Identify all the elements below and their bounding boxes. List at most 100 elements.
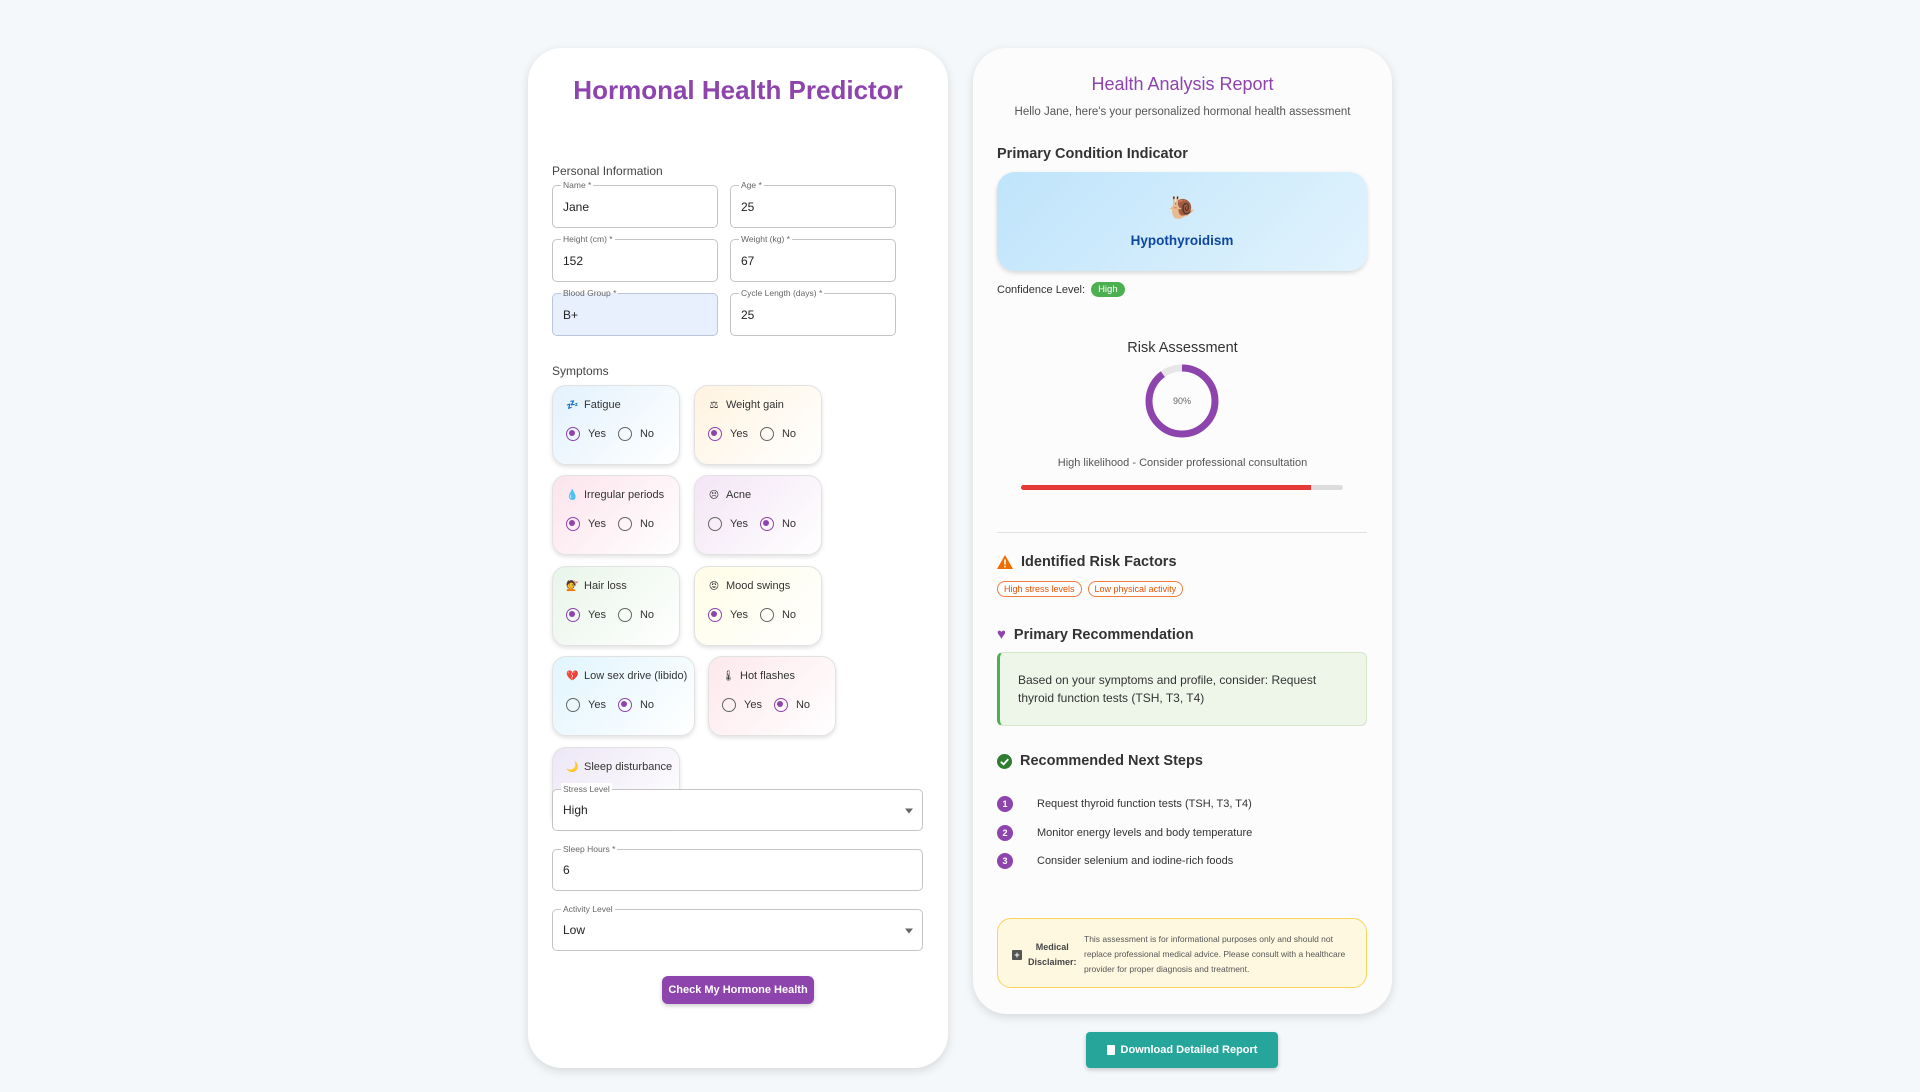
- risk-gauge: 90%: [1145, 364, 1219, 438]
- height-field-value: 152: [563, 253, 584, 268]
- risk-note: High likelihood - Consider professional …: [1057, 457, 1308, 469]
- confidence-row: Confidence Level: High: [997, 282, 1125, 297]
- step-number: 3: [997, 853, 1013, 870]
- activity-level-select[interactable]: Activity Level Low: [552, 903, 923, 951]
- symptom-label: Mood swings: [726, 580, 791, 592]
- moon-icon: 🌙: [566, 761, 579, 773]
- no-radio[interactable]: [617, 427, 632, 441]
- check-hormone-health-button[interactable]: Check My Hormone Health: [662, 976, 814, 1004]
- yes-label: Yes: [588, 428, 606, 440]
- no-radio[interactable]: [617, 517, 632, 531]
- scale-icon: ⚖: [709, 399, 719, 411]
- symptom-label: Hot flashes: [740, 670, 796, 682]
- risk-percent-text: 90%: [1173, 396, 1191, 406]
- cycle-length-field[interactable]: Cycle Length (days) * 25: [730, 287, 896, 336]
- warning-icon: [997, 555, 1013, 569]
- stress-level-select[interactable]: Stress Level High: [552, 783, 923, 831]
- stress-level-value: High: [563, 803, 588, 817]
- recommendation-heading: ♥ Primary Recommendation: [997, 626, 1194, 643]
- symptom-label: Irregular periods: [584, 489, 665, 501]
- cycle-length-field-value: 25: [741, 307, 755, 322]
- no-radio[interactable]: [759, 427, 774, 441]
- confidence-badge: High: [1091, 282, 1125, 297]
- chevron-down-icon: [905, 808, 913, 814]
- no-radio[interactable]: [773, 698, 788, 712]
- no-label: No: [639, 699, 655, 711]
- no-radio[interactable]: [617, 698, 632, 712]
- no-radio[interactable]: [759, 608, 774, 622]
- disclaimer-label-line: Medical: [1035, 942, 1069, 952]
- yes-label: Yes: [730, 518, 748, 530]
- blood-group-field-value: B+: [563, 307, 579, 322]
- sleep-hours-value: 6: [563, 863, 570, 877]
- risk-progress-fill: [1021, 485, 1311, 490]
- chevron-down-icon: [905, 928, 913, 934]
- document-icon: [1106, 1045, 1115, 1055]
- symptom-card-hot-flashes: 🌡 Hot flashes Yes No: [708, 656, 836, 736]
- next-step-item: 3 Consider selenium and iodine-rich foods: [997, 847, 1252, 876]
- report-title: Health Analysis Report: [1091, 74, 1274, 94]
- prediction-form-card: Hormonal Health Predictor Personal Infor…: [528, 48, 948, 1068]
- next-step-item: 2 Monitor energy levels and body temperat…: [997, 819, 1252, 848]
- risk-factor-chip: High stress levels: [997, 581, 1082, 597]
- condition-name: Hypothyroidism: [1130, 233, 1234, 248]
- symptom-card-mood-swings: 😡 Mood swings Yes No: [694, 566, 822, 646]
- form-title: Hormonal Health Predictor: [573, 75, 903, 105]
- height-field-label: Height (cm) *: [561, 233, 615, 245]
- blood-group-field[interactable]: Blood Group * B+: [552, 287, 718, 336]
- no-label: No: [781, 518, 797, 530]
- yes-radio[interactable]: [722, 698, 736, 712]
- section-divider: [997, 532, 1367, 533]
- risk-factors-title: Identified Risk Factors: [1021, 554, 1177, 570]
- yes-radio[interactable]: [566, 427, 580, 441]
- age-field[interactable]: Age * 25: [730, 179, 896, 228]
- symptom-card-low-sex-drive: 💔 Low sex drive (libido) Yes No: [552, 656, 695, 736]
- yes-radio[interactable]: [566, 608, 580, 622]
- personal-info-heading: Personal Information: [552, 164, 663, 178]
- name-field[interactable]: Name * Jane: [552, 179, 718, 228]
- sleep-icon: 💤: [566, 399, 579, 411]
- yes-label: Yes: [588, 609, 606, 621]
- cycle-length-field-label: Cycle Length (days) *: [739, 287, 825, 299]
- download-report-button[interactable]: Download Detailed Report: [1086, 1032, 1278, 1068]
- height-field[interactable]: Height (cm) * 152: [552, 233, 718, 282]
- drop-icon: 💧: [566, 489, 579, 501]
- medical-cross-icon: +: [1012, 950, 1022, 960]
- yes-radio[interactable]: [708, 608, 722, 622]
- yes-radio[interactable]: [708, 427, 722, 441]
- name-field-value: Jane: [563, 199, 590, 214]
- age-field-value: 25: [741, 199, 755, 214]
- blood-group-field-label: Blood Group *: [561, 287, 619, 299]
- yes-label: Yes: [588, 518, 606, 530]
- next-step-item: 1 Request thyroid function tests (TSH, T3…: [997, 790, 1252, 819]
- risk-assessment-heading: Risk Assessment: [1127, 340, 1238, 356]
- risk-factors-heading: Identified Risk Factors: [997, 554, 1177, 570]
- step-text: Request thyroid function tests (TSH, T3,…: [1037, 798, 1252, 811]
- symptom-options: Yes No: [708, 427, 808, 441]
- broken-heart-icon: 💔: [566, 670, 579, 682]
- symptoms-heading: Symptoms: [552, 364, 609, 378]
- heart-icon: ♥: [997, 626, 1006, 643]
- symptom-options: Yes No: [566, 427, 666, 441]
- yes-label: Yes: [730, 609, 748, 621]
- yes-radio[interactable]: [708, 517, 722, 531]
- yes-radio[interactable]: [566, 517, 580, 531]
- no-label: No: [639, 609, 655, 621]
- sleep-hours-field[interactable]: Sleep Hours * 6: [552, 843, 923, 891]
- symptom-label: Sleep disturbance: [584, 761, 673, 773]
- primary-condition-heading: Primary Condition Indicator: [997, 146, 1188, 162]
- symptom-label: Low sex drive (libido): [584, 670, 688, 682]
- no-radio[interactable]: [759, 517, 774, 531]
- symptom-label: Acne: [726, 489, 752, 501]
- medical-disclaimer: + Medical Disclaimer: This assessment is …: [997, 918, 1367, 988]
- symptom-card-irregular-periods: 💧 Irregular periods Yes No: [552, 475, 680, 555]
- no-radio[interactable]: [617, 608, 632, 622]
- risk-factor-chips: High stress levels Low physical activity: [997, 581, 1184, 597]
- report-subtitle: Hello Jane, here's your personalized hor…: [1014, 106, 1351, 118]
- condition-card: 🐌 Hypothyroidism: [997, 172, 1367, 271]
- weight-field[interactable]: Weight (kg) * 67: [730, 233, 896, 282]
- no-label: No: [795, 699, 811, 711]
- next-steps-heading: Recommended Next Steps: [997, 753, 1203, 769]
- disclaimer-label-group: + Medical Disclaimer:: [1012, 940, 1077, 970]
- yes-radio[interactable]: [566, 698, 580, 712]
